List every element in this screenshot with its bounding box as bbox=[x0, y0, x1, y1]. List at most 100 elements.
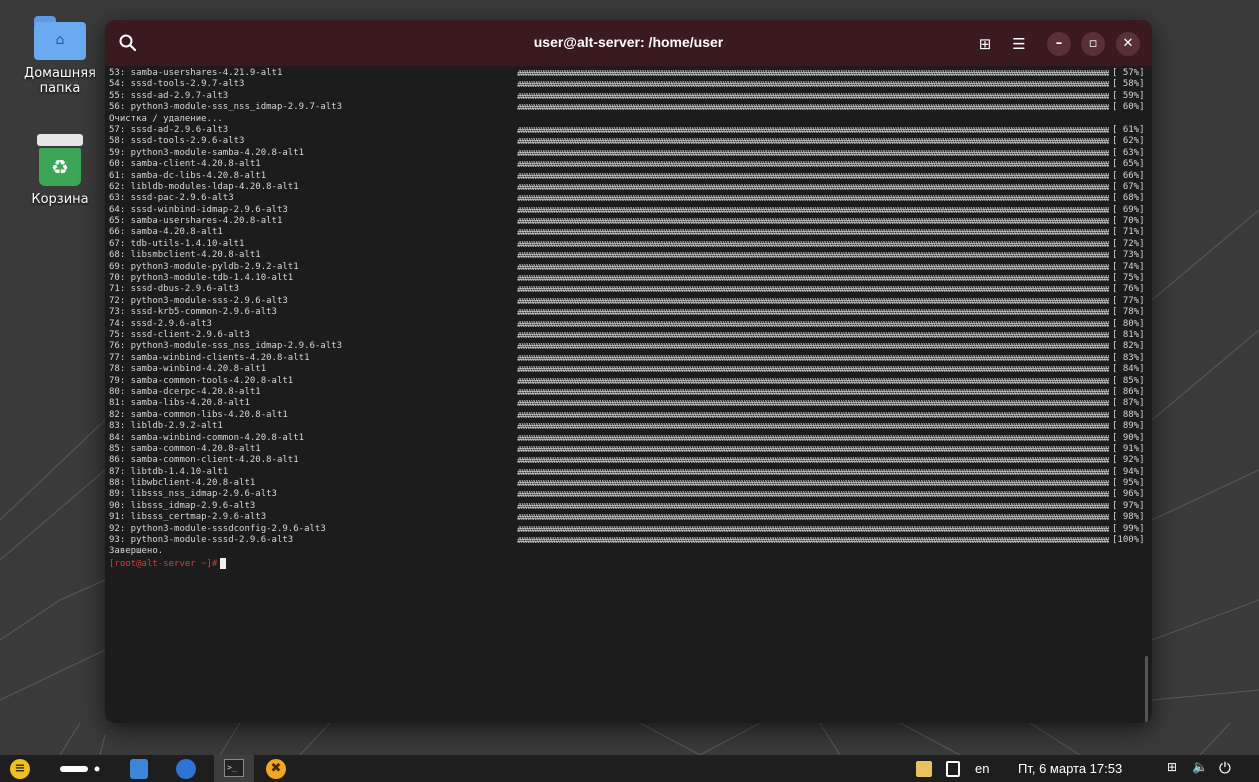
home-folder-desktop-icon[interactable]: ⌂ Домашняя папка bbox=[12, 16, 108, 96]
progress-hashes: ########################################… bbox=[517, 330, 1109, 340]
progress-hashes: ########################################… bbox=[517, 137, 1109, 147]
terminal-line: 80: samba-dcerpc-4.20.8-alt1 ############… bbox=[109, 387, 1148, 398]
progress-percent: [ 81%] bbox=[1112, 329, 1145, 340]
terminal-app-icon[interactable]: >_ bbox=[214, 755, 254, 782]
progress-percent: [ 63%] bbox=[1112, 147, 1145, 158]
package-name: 55: sssd-ad-2.9.7-alt3 bbox=[109, 90, 229, 101]
terminal-window[interactable]: user@alt-server: /home/user ⊞ ☰ – ▫ ✕ 53… bbox=[105, 20, 1152, 723]
terminal-scrollbar[interactable] bbox=[1145, 656, 1148, 723]
progress-hashes: ########################################… bbox=[517, 433, 1109, 443]
package-name: 69: python3-module-pyldb-2.9.2-alt1 bbox=[109, 261, 299, 272]
progress-percent: [ 76%] bbox=[1112, 284, 1145, 295]
close-button[interactable]: ✕ bbox=[1116, 32, 1140, 56]
terminal-line: 68: libsmbclient-4.20.8-alt1 ############… bbox=[109, 250, 1148, 261]
trash-desktop-icon[interactable]: ♻ Корзина bbox=[12, 134, 108, 207]
package-name: 67: tdb-utils-1.4.10-alt1 bbox=[109, 238, 245, 249]
terminal-line: 54: sssd-tools-2.9.7-alt3 ###############… bbox=[109, 79, 1148, 90]
package-name: 72: python3-module-sss-2.9.6-alt3 bbox=[109, 295, 288, 306]
browser-icon[interactable] bbox=[176, 759, 196, 779]
clock[interactable]: Пт, 6 марта 17:53 bbox=[1018, 761, 1122, 781]
progress-percent: [ 92%] bbox=[1112, 455, 1145, 466]
progress-percent: [ 68%] bbox=[1112, 193, 1145, 204]
volume-icon[interactable]: 🔈 bbox=[1192, 760, 1208, 780]
terminal-titlebar[interactable]: user@alt-server: /home/user ⊞ ☰ – ▫ ✕ bbox=[105, 20, 1152, 66]
terminal-line: 81: samba-libs-4.20.8-alt1 ##############… bbox=[109, 398, 1148, 409]
progress-percent: [ 99%] bbox=[1112, 523, 1145, 534]
shell-prompt-line[interactable]: [root@alt-server ~]# bbox=[109, 557, 1148, 571]
progress-hashes: ########################################… bbox=[517, 399, 1109, 409]
package-name: 86: samba-common-client-4.20.8-alt1 bbox=[109, 455, 299, 466]
minimize-button[interactable]: – bbox=[1047, 32, 1071, 56]
terminal-line: 78: samba-winbind-4.20.8-alt1 ###########… bbox=[109, 364, 1148, 375]
progress-percent: [ 67%] bbox=[1112, 181, 1145, 192]
progress-hashes: ########################################… bbox=[517, 285, 1109, 295]
package-name: 61: samba-dc-libs-4.20.8-alt1 bbox=[109, 170, 267, 181]
package-name: 83: libldb-2.9.2-alt1 bbox=[109, 421, 223, 432]
maximize-button[interactable]: ▫ bbox=[1081, 32, 1105, 56]
progress-percent: [ 59%] bbox=[1112, 90, 1145, 101]
terminal-output[interactable]: 53: samba-usershares-4.21.9-alt1 ########… bbox=[105, 66, 1152, 723]
progress-hashes: ########################################… bbox=[517, 536, 1109, 546]
progress-percent: [ 88%] bbox=[1112, 409, 1145, 420]
progress-percent: [ 97%] bbox=[1112, 500, 1145, 511]
progress-percent: [ 96%] bbox=[1112, 489, 1145, 500]
package-name: 63: sssd-pac-2.9.6-alt3 bbox=[109, 193, 234, 204]
package-name: 85: samba-common-4.20.8-alt1 bbox=[109, 443, 261, 454]
clipboard-icon[interactable] bbox=[946, 761, 960, 777]
text-cursor bbox=[220, 557, 227, 569]
terminal-line: 88: libwbclient-4.20.8-alt1 #############… bbox=[109, 478, 1148, 489]
terminal-line: 84: samba-winbind-common-4.20.8-alt1 ####… bbox=[109, 433, 1148, 444]
progress-hashes: ########################################… bbox=[517, 319, 1109, 329]
progress-hashes: ########################################… bbox=[517, 342, 1109, 352]
progress-percent: [ 74%] bbox=[1112, 261, 1145, 272]
progress-hashes: ########################################… bbox=[517, 194, 1109, 204]
progress-percent: [ 60%] bbox=[1112, 102, 1145, 113]
terminal-line: 61: samba-dc-libs-4.20.8-alt1 ###########… bbox=[109, 171, 1148, 182]
terminal-line: 56: python3-module-sss_nss_idmap-2.9.7-a… bbox=[109, 102, 1148, 113]
package-name: Очистка / удаление... bbox=[109, 113, 223, 124]
package-name: 84: samba-winbind-common-4.20.8-alt1 bbox=[109, 432, 305, 443]
terminal-line: 69: python3-module-pyldb-2.9.2-alt1 #####… bbox=[109, 262, 1148, 273]
progress-hashes: ########################################… bbox=[517, 217, 1109, 227]
workspace-switcher-icon[interactable] bbox=[60, 763, 102, 775]
terminal-line: 79: samba-common-tools-4.20.8-alt1 ######… bbox=[109, 376, 1148, 387]
progress-hashes: ########################################… bbox=[517, 103, 1109, 113]
progress-hashes: ########################################… bbox=[517, 148, 1109, 158]
progress-hashes: ########################################… bbox=[517, 353, 1109, 363]
progress-hashes: ########################################… bbox=[517, 239, 1109, 249]
package-name: 64: sssd-winbind-idmap-2.9.6-alt3 bbox=[109, 204, 288, 215]
network-icon[interactable]: ⊞ bbox=[1167, 760, 1183, 776]
progress-hashes: ########################################… bbox=[517, 69, 1109, 78]
package-name: 73: sssd-krb5-common-2.9.6-alt3 bbox=[109, 307, 277, 318]
package-name: Завершено. bbox=[109, 546, 164, 557]
progress-percent: [ 83%] bbox=[1112, 352, 1145, 363]
progress-percent: [ 72%] bbox=[1112, 238, 1145, 249]
progress-percent: [ 98%] bbox=[1112, 512, 1145, 523]
trash-can-icon: ♻ bbox=[37, 134, 83, 186]
package-name: 57: sssd-ad-2.9.6-alt3 bbox=[109, 124, 229, 135]
file-manager-icon[interactable] bbox=[130, 759, 148, 779]
app-menu-icon[interactable]: ≡ bbox=[10, 759, 30, 779]
terminal-line: 75: sssd-client-2.9.6-alt3 ##############… bbox=[109, 330, 1148, 341]
package-name: 79: samba-common-tools-4.20.8-alt1 bbox=[109, 375, 294, 386]
keyboard-layout-indicator[interactable]: en bbox=[975, 761, 989, 781]
progress-hashes: ########################################… bbox=[517, 182, 1109, 192]
settings-tools-icon[interactable]: ✖ bbox=[266, 759, 286, 779]
progress-percent: [ 77%] bbox=[1112, 295, 1145, 306]
terminal-line: 87: libtdb-1.4.10-alt1 ##################… bbox=[109, 467, 1148, 478]
package-name: 80: samba-dcerpc-4.20.8-alt1 bbox=[109, 386, 261, 397]
progress-percent: [ 69%] bbox=[1112, 204, 1145, 215]
terminal-line: 91: libsss_certmap-2.9.6-alt3 ###########… bbox=[109, 512, 1148, 523]
package-name: 87: libtdb-1.4.10-alt1 bbox=[109, 466, 229, 477]
notes-tray-icon[interactable] bbox=[916, 761, 932, 777]
progress-percent: [ 91%] bbox=[1112, 443, 1145, 454]
new-tab-icon[interactable]: ⊞ bbox=[973, 32, 997, 56]
terminal-line: 76: python3-module-sss_nss_idmap-2.9.6-a… bbox=[109, 341, 1148, 352]
power-icon[interactable]: ⏻ bbox=[1219, 759, 1231, 779]
terminal-line: 85: samba-common-4.20.8-alt1 ############… bbox=[109, 444, 1148, 455]
progress-percent: [ 61%] bbox=[1112, 124, 1145, 135]
terminal-line: 65: samba-usershares-4.20.8-alt1 ########… bbox=[109, 216, 1148, 227]
progress-percent: [ 66%] bbox=[1112, 170, 1145, 181]
package-name: 88: libwbclient-4.20.8-alt1 bbox=[109, 478, 256, 489]
hamburger-menu-icon[interactable]: ☰ bbox=[1007, 32, 1031, 56]
